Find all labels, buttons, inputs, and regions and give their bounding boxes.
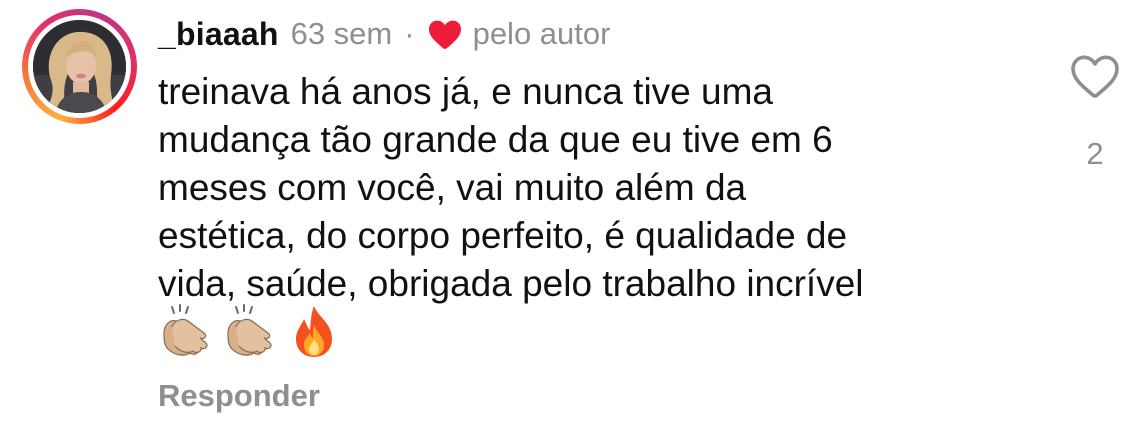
timestamp: 63 sem bbox=[290, 16, 393, 51]
avatar-story-ring[interactable] bbox=[22, 9, 137, 124]
comment-header: _biaaah 63 sem · pelo autor bbox=[158, 12, 610, 56]
separator-dot: · bbox=[404, 16, 415, 51]
emoji-row bbox=[158, 302, 342, 360]
like-count: 2 bbox=[1086, 136, 1104, 171]
avatar[interactable] bbox=[33, 20, 126, 113]
comment-text-line: vida, saúde, obrigada pelo trabalho incr… bbox=[158, 263, 864, 304]
liked-by-author-label: pelo autor bbox=[472, 16, 611, 51]
comment-text: treinava há anos já, e nunca tive uma mu… bbox=[158, 68, 1038, 308]
heart-filled-icon bbox=[427, 18, 463, 50]
fire-emoji-icon bbox=[296, 306, 332, 357]
heart-outline-icon bbox=[1071, 55, 1119, 98]
clapping-hands-emoji-icon bbox=[163, 304, 208, 356]
comment-text-line: meses com você, vai muito além da bbox=[158, 167, 747, 208]
comment-text-line: mudança tão grande da que eu tive em 6 bbox=[158, 119, 833, 160]
comment-text-line: estética, do corpo perfeito, é qualidade… bbox=[158, 215, 848, 256]
clapping-hands-emoji-icon bbox=[227, 304, 272, 356]
username[interactable]: _biaaah bbox=[158, 16, 279, 53]
reply-button[interactable]: Responder bbox=[158, 378, 320, 414]
comment-text-line: treinava há anos já, e nunca tive uma bbox=[158, 71, 773, 112]
like-button[interactable] bbox=[1070, 54, 1120, 100]
avatar-photo bbox=[33, 20, 126, 113]
